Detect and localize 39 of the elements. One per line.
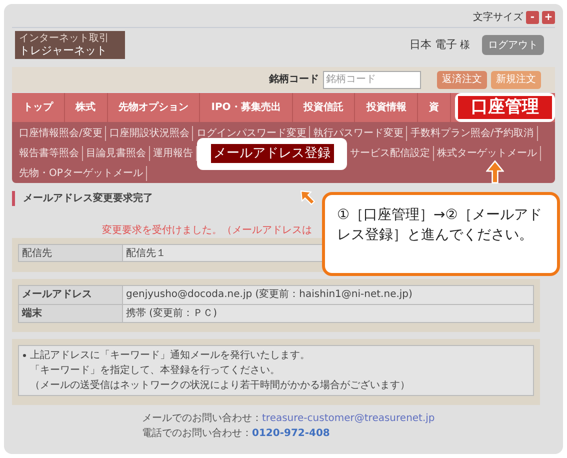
logo-tagline: インターネット取引: [19, 33, 110, 44]
text-size-button[interactable]: +: [542, 11, 555, 24]
confirmation-message: 変更要求を受付けました。（メールアドレスは: [102, 225, 312, 236]
submenu-link[interactable]: 報告書等照会: [16, 146, 83, 161]
table-value: genjyusho@docoda.ne.jp (変更前：haishin1@ni-net.ne.jp): [125, 288, 414, 302]
instruction-tooltip: ①［口座管理］→②［メールアドレス登録］と進んでください。: [322, 192, 560, 276]
submenu-link[interactable]: サービス配信設定: [347, 146, 434, 161]
order-button[interactable]: 返済注文: [437, 70, 487, 88]
table-label: 配信先: [19, 245, 123, 261]
note-text: 上記アドレスに「キーワード」通知メールを発行いたします。: [30, 348, 310, 363]
submenu-link[interactable]: 口座情報照会/変更: [16, 126, 106, 141]
honorific: 様: [460, 38, 470, 53]
note-text: 「キーワード」を指定して、本登録を行ってください。: [30, 364, 280, 378]
table-value: 携帯 (変更前：ＰＣ): [125, 306, 218, 321]
text-size-label: 文字サイズ: [473, 10, 523, 25]
account-menu-highlight[interactable]: 口座管理: [458, 96, 552, 119]
page-title: メールアドレス変更要求完了: [23, 191, 153, 206]
logout-button[interactable]: ログアウト: [482, 35, 544, 55]
submenu-link[interactable]: 手数料プラン照会/予約取消: [407, 126, 538, 141]
table-value: 配信先１: [125, 246, 167, 261]
email-registration-highlight[interactable]: メールアドレス登録: [210, 144, 334, 164]
logo-name: トレジャーネット: [19, 44, 108, 57]
footer-label: メールでのお問い合わせ：: [142, 412, 262, 426]
user-name: 日本 電子: [410, 36, 457, 53]
text-size-button[interactable]: -: [526, 11, 539, 24]
phone-number[interactable]: 0120-972-408: [252, 426, 330, 441]
submenu-link[interactable]: 先物・OPターゲットメール: [16, 166, 147, 181]
email-link[interactable]: treasure-customer@treasurenet.jp: [262, 411, 435, 426]
submenu-link[interactable]: 目論見書照会: [83, 146, 150, 161]
search-label: 銘柄コード: [269, 72, 319, 87]
table-label: 端末: [19, 305, 123, 322]
table-label: メールアドレス: [19, 286, 123, 304]
submenu-link[interactable]: 口座開設状況照会: [106, 126, 194, 141]
bullet-icon: [23, 354, 26, 357]
up-arrow-icon: [486, 160, 504, 184]
order-button[interactable]: 新規注文: [491, 70, 541, 88]
stock-code-field[interactable]: 銘柄コード: [323, 70, 421, 88]
footer-label: 電話でのお問い合わせ：: [142, 426, 252, 441]
note-text: （メールの送受信はネットワークの状況により若干時間がかかる場合がございます）: [30, 378, 410, 393]
